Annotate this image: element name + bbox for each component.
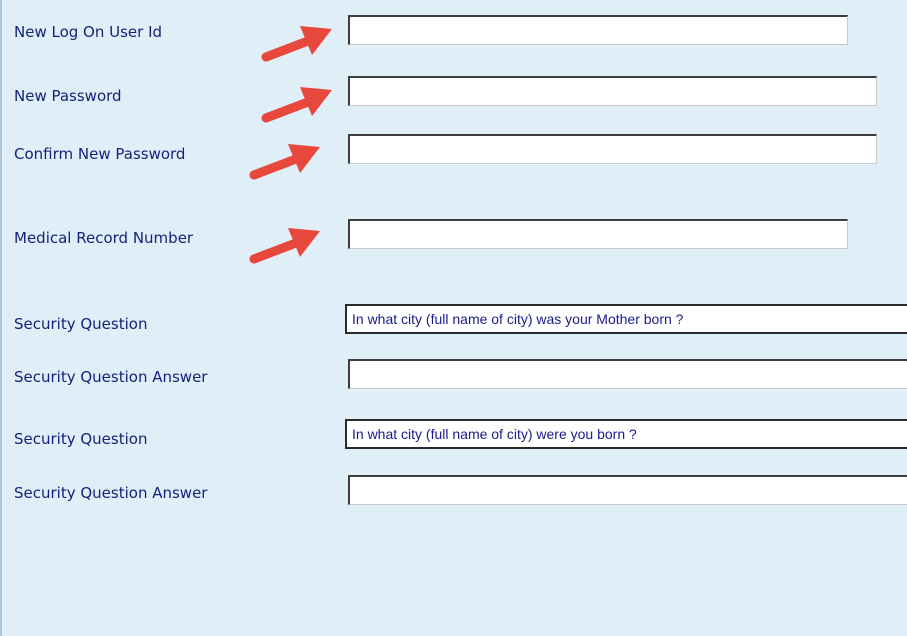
- annotation-arrow-icon: [249, 144, 320, 180]
- user-id-input[interactable]: [348, 15, 848, 45]
- security-question-2-label: Security Question: [14, 430, 148, 448]
- left-border: [0, 0, 2, 636]
- security-answer-2-input[interactable]: [348, 475, 907, 505]
- annotation-arrow-icon: [249, 228, 320, 264]
- confirm-password-label: Confirm New Password: [14, 145, 186, 163]
- mrn-label: Medical Record Number: [14, 229, 194, 247]
- user-id-label: New Log On User Id: [14, 23, 163, 41]
- password-input[interactable]: [348, 76, 877, 106]
- confirm-password-input[interactable]: [348, 134, 877, 164]
- security-answer-1-label: Security Question Answer: [14, 368, 208, 386]
- annotation-arrow-icon: [261, 87, 332, 123]
- security-answer-2-label: Security Question Answer: [14, 484, 208, 502]
- security-answer-1-input[interactable]: [348, 359, 907, 389]
- mrn-input[interactable]: [348, 219, 848, 249]
- security-question-1-label: Security Question: [14, 315, 148, 333]
- security-question-2-select[interactable]: In what city (full name of city) were yo…: [345, 419, 907, 449]
- password-label: New Password: [14, 87, 122, 105]
- annotation-arrow-icon: [261, 26, 332, 62]
- security-question-1-select[interactable]: In what city (full name of city) was you…: [345, 304, 907, 334]
